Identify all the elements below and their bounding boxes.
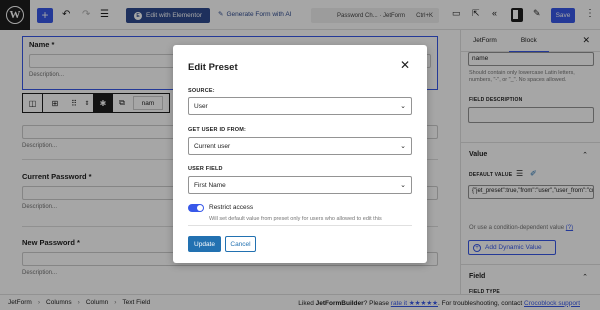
close-icon[interactable]: ✕	[400, 59, 410, 71]
user-id-value: Current user	[194, 142, 231, 150]
restrict-access-label: Restrict access	[209, 204, 254, 211]
edit-preset-dialog: Edit Preset ✕ SOURCE: User ⌄ GET USER ID…	[173, 45, 427, 263]
user-field-value: First Name	[194, 181, 226, 189]
source-value: User	[194, 102, 208, 110]
update-button[interactable]: Update	[188, 236, 221, 252]
source-label: SOURCE:	[188, 88, 215, 94]
source-select[interactable]: User ⌄	[188, 97, 412, 115]
user-id-label: GET USER ID FROM:	[188, 127, 247, 133]
user-field-label: USER FIELD	[188, 166, 223, 172]
cancel-button[interactable]: Cancel	[225, 236, 256, 252]
restrict-access-toggle[interactable]	[188, 204, 204, 212]
restrict-access-help: Will set default value from preset only …	[209, 216, 382, 222]
user-field-select[interactable]: First Name ⌄	[188, 176, 412, 194]
chevron-down-icon: ⌄	[400, 103, 406, 110]
dialog-title: Edit Preset	[188, 62, 238, 73]
chevron-down-icon: ⌄	[400, 143, 406, 150]
dialog-divider	[188, 225, 412, 226]
chevron-down-icon: ⌄	[400, 182, 406, 189]
user-id-select[interactable]: Current user ⌄	[188, 137, 412, 155]
